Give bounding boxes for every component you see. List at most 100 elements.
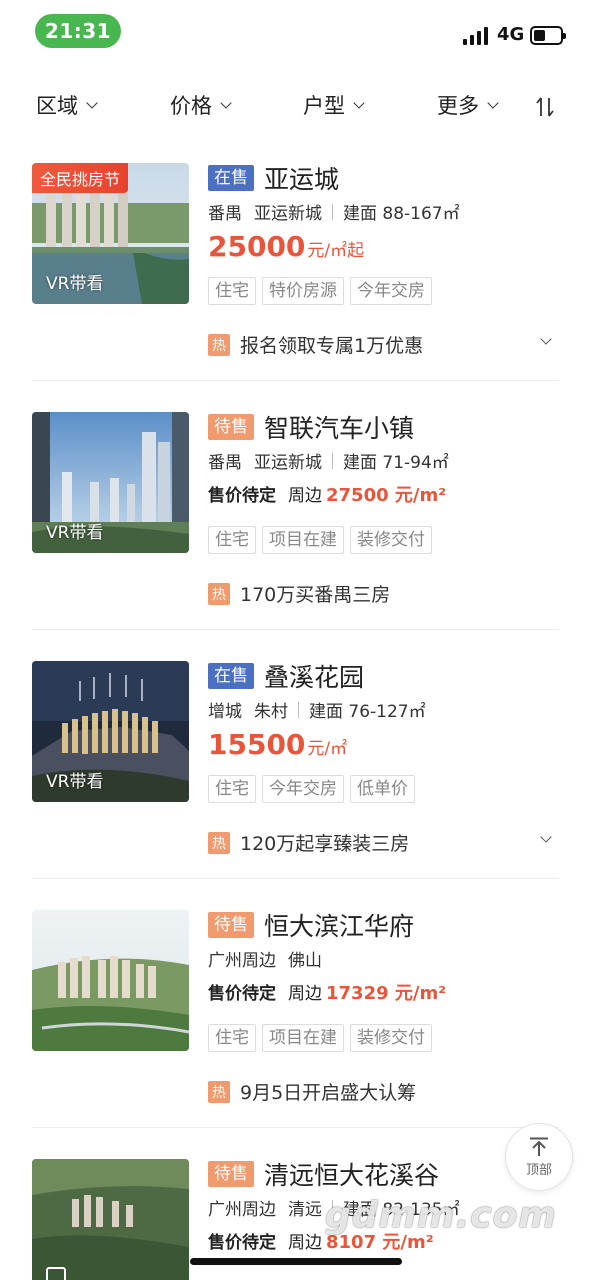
arrow-up-icon — [530, 1137, 548, 1156]
listing-card[interactable]: VR带看 在售 叠溪花园 增城 朱村 建面 76-127㎡ 15500 元/㎡ … — [0, 661, 591, 909]
filter-price-label: 价格 — [170, 94, 212, 118]
listing-tag: 项目在建 — [262, 526, 344, 554]
listing-district: 广州周边 — [208, 951, 276, 971]
listing-build-area: 建面 71-94㎡ — [343, 453, 449, 473]
filter-layout-label: 户型 — [303, 94, 345, 118]
listing-tag: 低单价 — [350, 775, 415, 803]
listing-name[interactable]: 恒大滨江华府 — [264, 907, 414, 943]
listing-price: 25000 — [208, 230, 306, 263]
hot-icon: 热 — [208, 333, 230, 356]
listing-district: 番禺 — [208, 204, 242, 224]
vr-tour-label[interactable]: VR带看 — [46, 518, 103, 543]
sort-icon[interactable] — [535, 96, 555, 118]
home-indicator[interactable] — [190, 1258, 402, 1265]
chevron-down-icon — [353, 96, 365, 109]
listing-image[interactable]: VR带看 — [32, 661, 189, 802]
listing-district: 增城 — [208, 702, 242, 722]
back-to-top-label: 顶部 — [525, 1162, 552, 1178]
listing-name[interactable]: 亚运城 — [264, 160, 339, 196]
divider — [32, 629, 559, 630]
listing-tag: 住宅 — [208, 277, 256, 305]
listing-tag: 特价房源 — [262, 277, 344, 305]
nearby-price: 17329 元/m² — [326, 983, 447, 1004]
hot-icon: 热 — [208, 831, 230, 854]
filter-more[interactable]: 更多 — [437, 90, 499, 120]
listing-card[interactable]: VR带看 待售 智联汽车小镇 番禺 亚运新城 建面 71-94㎡ 售价待定 周边… — [0, 412, 591, 660]
vr-tour-label[interactable]: VR带看 — [46, 767, 103, 792]
listing-name[interactable]: 清远恒大花溪谷 — [264, 1159, 439, 1192]
divider — [32, 878, 559, 879]
listing-area: 佛山 — [288, 951, 322, 971]
divider — [298, 701, 299, 718]
camera-icon — [46, 1267, 66, 1280]
status-badge: 待售 — [208, 1161, 254, 1187]
listing-build-area: 建面 76-127㎡ — [309, 702, 426, 722]
nearby-label: 周边 — [288, 984, 322, 1004]
chevron-down-icon — [487, 96, 499, 109]
listing-tag: 装修交付 — [350, 1024, 432, 1052]
filter-region[interactable]: 区域 — [36, 90, 98, 120]
listing-card[interactable]: 待售 恒大滨江华府 广州周边 佛山 售价待定 周边 17329 元/m² 住宅 … — [0, 910, 591, 1158]
promo-row[interactable]: 热 120万起享臻装三房 — [208, 829, 558, 856]
listing-info: 在售 亚运城 番禺 亚运新城 建面 88-167㎡ 25000 元/㎡起 住宅 … — [208, 160, 558, 357]
hot-icon: 热 — [208, 582, 230, 605]
chevron-down-icon — [86, 96, 98, 109]
listing-card[interactable]: 全民挑房节 VR带看 在售 亚运城 番禺 亚运新城 建面 88-167㎡ 250… — [0, 163, 591, 411]
network-type: 4G — [497, 24, 525, 45]
filter-price[interactable]: 价格 — [170, 90, 232, 120]
listing-price-unit: 元/㎡起 — [307, 241, 365, 261]
watermark: gdmm.com — [325, 1195, 557, 1236]
divider — [32, 1127, 559, 1128]
promo-row[interactable]: 热 170万买番禺三房 — [208, 580, 558, 607]
listing-name[interactable]: 叠溪花园 — [264, 658, 364, 694]
signal-icon — [463, 27, 491, 45]
listing-tag: 今年交房 — [350, 277, 432, 305]
divider — [332, 203, 333, 220]
price-pending-label: 售价待定 — [208, 486, 276, 506]
status-badge: 在售 — [208, 663, 254, 689]
listing-district: 广州周边 — [208, 1200, 276, 1220]
filter-layout[interactable]: 户型 — [303, 90, 365, 120]
filter-region-label: 区域 — [36, 94, 78, 118]
status-badge: 在售 — [208, 165, 254, 191]
battery-icon — [530, 26, 566, 45]
nearby-label: 周边 — [288, 1233, 322, 1253]
filter-bar: 区域 价格 户型 更多 — [0, 82, 591, 126]
status-time: 21:31 — [35, 14, 121, 48]
listing-info: 待售 智联汽车小镇 番禺 亚运新城 建面 71-94㎡ 售价待定 周边 2750… — [208, 409, 558, 606]
promo-text: 9月5日开启盛大认筹 — [240, 1082, 417, 1104]
price-pending-label: 售价待定 — [208, 1233, 276, 1253]
listing-price: 15500 — [208, 728, 306, 761]
listing-area: 清远 — [288, 1200, 322, 1220]
listing-image[interactable]: 全民挑房节 VR带看 — [32, 163, 189, 304]
promo-row[interactable]: 热 9月5日开启盛大认筹 — [208, 1078, 558, 1105]
listing-build-area: 建面 88-167㎡ — [343, 204, 460, 224]
listing-area: 亚运新城 — [254, 204, 322, 224]
status-badge: 待售 — [208, 414, 254, 440]
back-to-top-button[interactable]: 顶部 — [505, 1123, 573, 1191]
promo-text: 170万买番禺三房 — [240, 584, 391, 606]
divider — [32, 380, 559, 381]
promo-row[interactable]: 热 报名领取专属1万优惠 — [208, 331, 558, 358]
status-bar: 21:31 4G — [0, 0, 591, 62]
listing-tag: 今年交房 — [262, 775, 344, 803]
hot-icon: 热 — [208, 1080, 230, 1103]
nearby-label: 周边 — [288, 486, 322, 506]
vr-tour-label[interactable]: VR带看 — [46, 269, 103, 294]
listing-name[interactable]: 智联汽车小镇 — [264, 409, 414, 445]
listing-info: 待售 恒大滨江华府 广州周边 佛山 售价待定 周边 17329 元/m² 住宅 … — [208, 907, 558, 1104]
chevron-down-icon[interactable] — [540, 333, 552, 345]
listing-image[interactable] — [32, 1159, 189, 1280]
listing-area: 朱村 — [254, 702, 288, 722]
listing-tag: 住宅 — [208, 526, 256, 554]
listing-image[interactable] — [32, 910, 189, 1051]
listing-tag: 住宅 — [208, 775, 256, 803]
chevron-down-icon[interactable] — [540, 831, 552, 843]
status-badge: 待售 — [208, 912, 254, 938]
listing-district: 番禺 — [208, 453, 242, 473]
promo-text: 120万起享臻装三房 — [240, 833, 410, 855]
listing-tag: 装修交付 — [350, 526, 432, 554]
promo-tag: 全民挑房节 — [32, 163, 129, 193]
listing-image[interactable]: VR带看 — [32, 412, 189, 553]
listing-tag: 住宅 — [208, 1024, 256, 1052]
